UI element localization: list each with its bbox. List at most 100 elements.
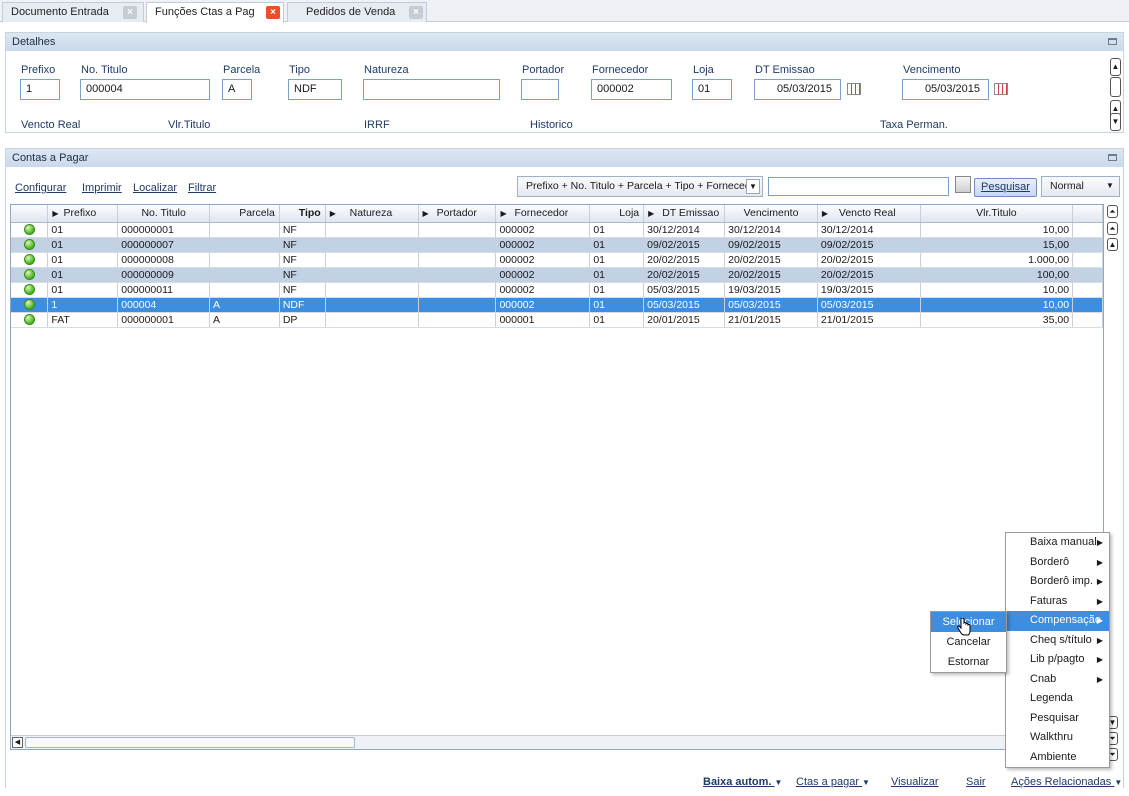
acoes-relacionadas-button[interactable]: Ações Relacionadas ▼ xyxy=(1011,776,1122,788)
status-cell xyxy=(11,297,49,313)
table-cell: 000002 xyxy=(495,222,591,238)
scroll-page-up-icon[interactable]: ⏶ xyxy=(1107,222,1118,235)
scroll-thumb[interactable] xyxy=(1110,77,1121,97)
col-dt-emissao[interactable]: ▶ DT Emissao xyxy=(643,205,726,223)
baixa-autom-button[interactable]: Baixa autom. ▼ xyxy=(703,776,782,788)
tab-funcoes-ctas-a-pag[interactable]: Funções Ctas a Pag × xyxy=(146,2,284,23)
col-loja[interactable]: Loja xyxy=(589,205,645,223)
scroll-left-icon[interactable]: ◀ xyxy=(12,737,23,748)
menu-item-faturas[interactable]: Faturas ▶ xyxy=(1006,592,1109,612)
table-cell: 30/12/2014 xyxy=(817,222,921,238)
table-cell: 000001 xyxy=(495,312,591,328)
table-cell: 20/02/2015 xyxy=(643,267,726,283)
menu-item-compensacao[interactable]: Compensação ▶ xyxy=(1006,611,1109,631)
filtrar-link[interactable]: Filtrar xyxy=(188,182,216,194)
table-cell: NF xyxy=(279,222,326,238)
close-icon[interactable]: × xyxy=(123,6,137,19)
menu-item-cheq-s-titulo[interactable]: Cheq s/título ▶ xyxy=(1006,631,1109,651)
menu-item-walkthru[interactable]: Walkthru xyxy=(1006,728,1109,748)
sair-button[interactable]: Sair xyxy=(966,776,986,788)
tab-documento-entrada[interactable]: Documento Entrada × xyxy=(2,2,144,22)
parcela-field[interactable]: A xyxy=(222,79,252,100)
table-cell xyxy=(209,252,280,268)
prefixo-field[interactable]: 1 xyxy=(20,79,60,100)
fornecedor-field[interactable]: 000002 xyxy=(591,79,672,100)
menu-item-baixa-manual[interactable]: Baixa manual ▶ xyxy=(1006,533,1109,553)
table-cell: 000002 xyxy=(495,282,591,298)
label-natureza: Natureza xyxy=(364,64,409,76)
label-loja: Loja xyxy=(693,64,714,76)
table-row[interactable]: FAT 000000001 A DP 000001 01 20/01/2015 21/01/2… xyxy=(11,312,1103,328)
natureza-field[interactable] xyxy=(363,79,500,100)
minimize-icon[interactable] xyxy=(1108,154,1117,161)
menu-item-bordero-imp[interactable]: Borderô imp. ▶ xyxy=(1006,572,1109,592)
search-input[interactable] xyxy=(768,177,949,196)
table-cell: 1.000,00 xyxy=(920,252,1074,268)
menu-item-legenda[interactable]: Legenda xyxy=(1006,689,1109,709)
status-green-icon xyxy=(23,314,35,326)
configurar-link[interactable]: Configurar xyxy=(15,182,66,194)
menu-item-pesquisar[interactable]: Pesquisar xyxy=(1006,709,1109,729)
chevron-down-icon[interactable]: ▼ xyxy=(746,179,760,194)
mode-select[interactable]: Normal ▼ xyxy=(1041,176,1120,197)
close-icon[interactable]: × xyxy=(266,6,280,19)
chevron-down-icon[interactable]: ▼ xyxy=(1103,179,1117,194)
table-row[interactable]: 1 000004 A NDF 000002 01 05/03/2015 05/03/2015 0… xyxy=(11,297,1103,313)
imprimir-link[interactable]: Imprimir xyxy=(82,182,122,194)
tab-label: Funções Ctas a Pag xyxy=(155,6,255,18)
table-row[interactable]: 01 000000008 NF 000002 01 20/02/2015 20/02/201… xyxy=(11,252,1103,268)
caret-right-icon: ▶ xyxy=(1096,655,1103,664)
status-cell xyxy=(11,237,49,253)
ctas-a-pagar-button[interactable]: Ctas a pagar ▼ xyxy=(796,776,870,788)
scroll-thumb[interactable] xyxy=(25,737,355,748)
scroll-up-icon[interactable]: ▲ xyxy=(1107,238,1118,251)
table-cell: 000002 xyxy=(495,252,591,268)
loja-field[interactable]: 01 xyxy=(692,79,732,100)
localizar-link[interactable]: Localizar xyxy=(133,182,177,194)
col-no-titulo[interactable]: No. Titulo xyxy=(117,205,210,223)
tipo-field[interactable]: NDF xyxy=(288,79,342,100)
col-prefixo[interactable]: ▶ Prefixo xyxy=(47,205,119,223)
col-vencto-real[interactable]: ▶ Vencto Real xyxy=(817,205,921,223)
table-cell: 20/02/2015 xyxy=(724,267,818,283)
tab-pedidos-de-venda[interactable]: Pedidos de Venda × xyxy=(287,2,427,22)
scroll-down-icon[interactable]: ▼ xyxy=(1110,113,1121,131)
col-fornecedor[interactable]: ▶ Fornecedor xyxy=(495,205,591,223)
minimize-icon[interactable] xyxy=(1108,38,1117,45)
calendar-icon[interactable] xyxy=(847,83,861,95)
submenu-item-estornar[interactable]: Estornar xyxy=(931,652,1006,672)
col-parcela[interactable]: Parcela xyxy=(209,205,280,223)
col-tipo[interactable]: Tipo xyxy=(279,205,326,223)
menu-item-bordero[interactable]: Borderô ▶ xyxy=(1006,553,1109,573)
menu-item-ambiente[interactable]: Ambiente xyxy=(1006,748,1109,768)
pesquisar-button[interactable]: Pesquisar xyxy=(974,178,1037,197)
calendar-icon[interactable] xyxy=(994,83,1008,95)
portador-field[interactable] xyxy=(521,79,559,100)
scroll-up-icon[interactable]: ▲ xyxy=(1110,58,1121,76)
table-cell: A xyxy=(209,297,280,313)
horizontal-scrollbar[interactable]: ◀ xyxy=(11,735,1103,749)
menu-item-cnab[interactable]: Cnab ▶ xyxy=(1006,670,1109,690)
menu-item-lib-p-pagto[interactable]: Lib p/pagto ▶ xyxy=(1006,650,1109,670)
table-row[interactable]: 01 000000001 NF 000002 01 30/12/2014 30/12/201… xyxy=(11,222,1103,238)
caret-right-icon: ▶ xyxy=(1096,616,1103,625)
close-icon[interactable]: × xyxy=(409,6,423,19)
table-cell: 000002 xyxy=(495,237,591,253)
table-cell: 05/03/2015 xyxy=(724,297,818,313)
col-vencimento[interactable]: Vencimento xyxy=(724,205,818,223)
table-row[interactable]: 01 000000009 NF 000002 01 20/02/2015 20/02/201… xyxy=(11,267,1103,283)
table-cell: FAT xyxy=(47,312,119,328)
scroll-top-icon[interactable]: ⏶ xyxy=(1107,205,1118,218)
col-vlr-titulo[interactable]: Vlr.Titulo xyxy=(920,205,1074,223)
dt-emissao-field[interactable]: 05/03/2015 xyxy=(754,79,841,100)
col-portador[interactable]: ▶ Portador xyxy=(418,205,497,223)
table-cell: 000000001 xyxy=(117,312,210,328)
notepad-icon[interactable] xyxy=(955,176,971,193)
vencimento-field[interactable]: 05/03/2015 xyxy=(902,79,989,100)
no-titulo-field[interactable]: 000004 xyxy=(80,79,210,100)
table-row[interactable]: 01 000000011 NF 000002 01 05/03/2015 19/03/201… xyxy=(11,282,1103,298)
table-row[interactable]: 01 000000007 NF 000002 01 09/02/2015 09/02/201… xyxy=(11,237,1103,253)
col-natureza[interactable]: ▶ Natureza xyxy=(325,205,419,223)
order-select[interactable]: Prefixo + No. Titulo + Parcela + Tipo + … xyxy=(517,176,763,197)
visualizar-button[interactable]: Visualizar xyxy=(891,776,939,788)
